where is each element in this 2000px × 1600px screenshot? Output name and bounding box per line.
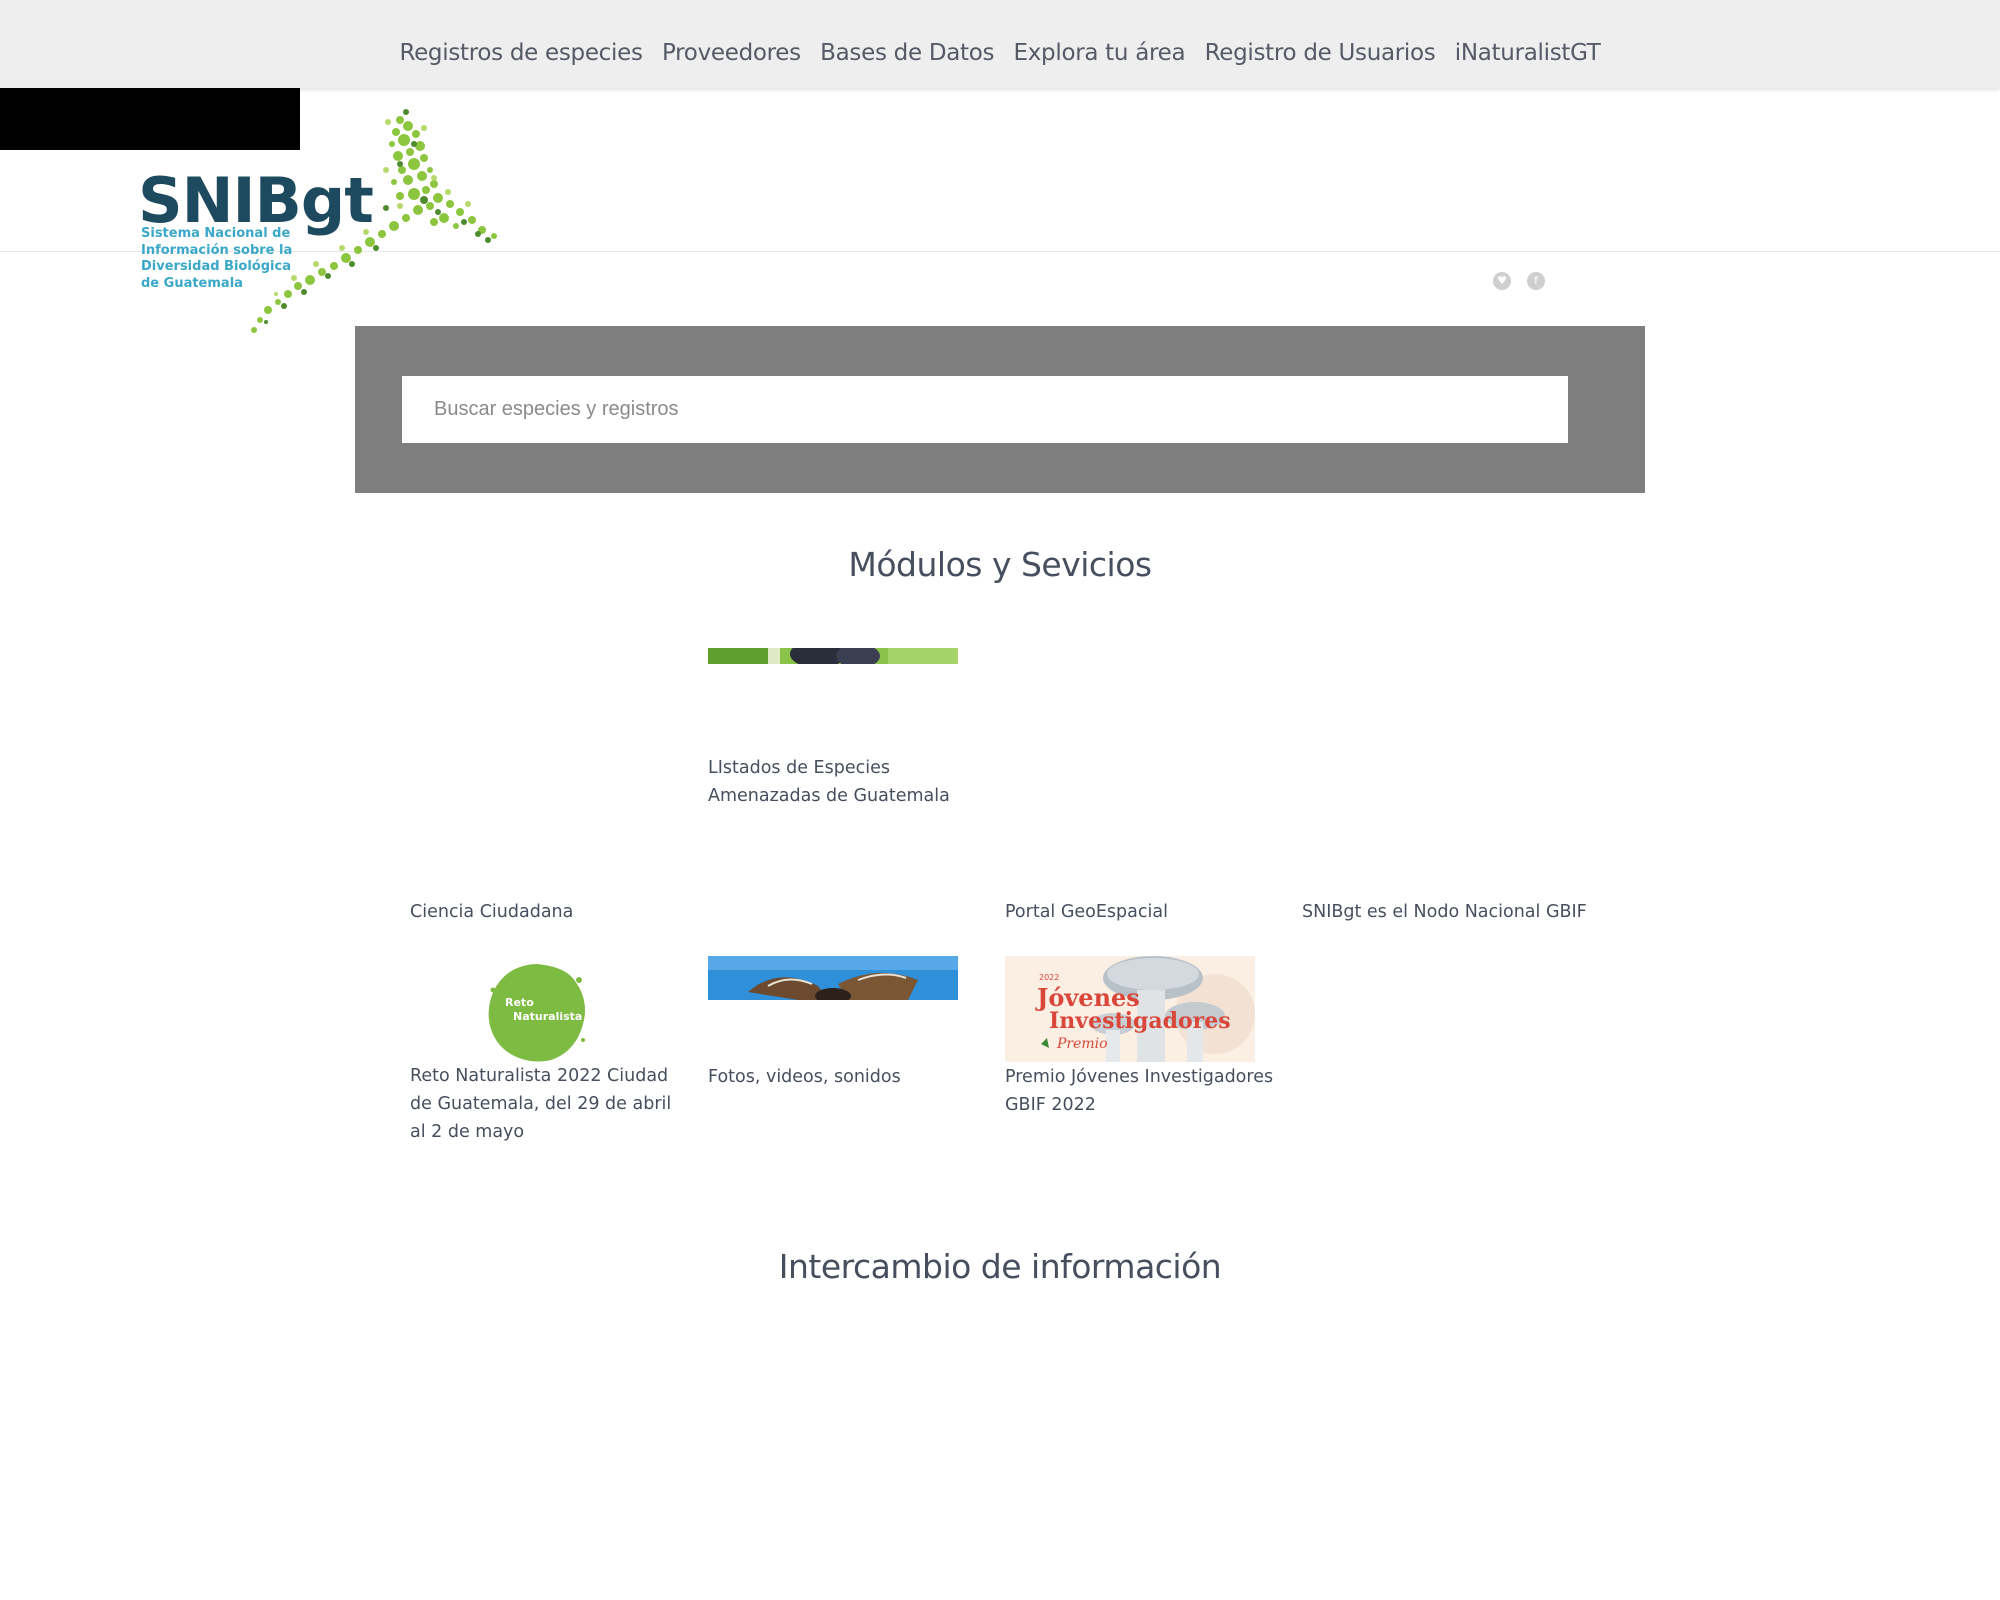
search-panel [355,326,1645,493]
tile-geo-portal-label[interactable]: Portal GeoEspacial [1005,898,1285,926]
nav-item-registros[interactable]: Registros de especies [399,40,643,66]
tile-threatened-label[interactable]: LIstados de Especies Amenazadas de Guate… [708,754,988,810]
nav-item-bases-de-datos[interactable]: Bases de Datos [820,40,994,66]
tile-gbif-node-label[interactable]: SNIBgt es el Nodo Nacional GBIF [1302,898,1602,926]
premio-year: 2022 [1039,973,1059,982]
media-bird-image[interactable] [708,956,958,1000]
tile-reto-label[interactable]: Reto Naturalista 2022 Ciudad de Guatemal… [410,1062,690,1146]
facebook-icon[interactable]: f [1527,272,1545,290]
logo-subtitle: Sistema Nacional de Información sobre la… [141,226,293,291]
main-nav: Registros de especies Proveedores Bases … [0,40,2000,66]
tile-premio-label[interactable]: Premio Jóvenes Investigadores GBIF 2022 [1005,1063,1295,1119]
snibgt-logo[interactable]: SNIBgt Sistema Nacional de Información s… [138,108,504,340]
nav-item-explora[interactable]: Explora tu área [1014,40,1186,66]
nav-item-registro-usuarios[interactable]: Registro de Usuarios [1205,40,1436,66]
nav-item-proveedores[interactable]: Proveedores [662,40,801,66]
tile-media-label[interactable]: Fotos, videos, sonidos [708,1063,988,1091]
reto-badge-line2: Naturalista [513,1010,582,1023]
threatened-species-image[interactable] [708,648,958,664]
twitter-icon[interactable]: ♥ [1493,272,1511,290]
section-title-modulos: Módulos y Sevicios [848,545,1152,584]
search-input[interactable] [402,376,1568,443]
premio-jovenes-banner[interactable]: 2022 Jóvenes Investigadores Premio [1005,956,1255,1062]
reto-badge-line1: Reto [505,996,534,1009]
top-nav-bar: Registros de especies Proveedores Bases … [0,0,2000,88]
premio-line3: Premio [1056,1036,1108,1052]
tile-citizen-science-label[interactable]: Ciencia Ciudadana [410,898,690,926]
premio-line2: Investigadores [1049,1008,1231,1034]
reto-naturalista-badge[interactable]: Reto Naturalista [485,960,589,1064]
nav-item-inaturalist[interactable]: iNaturalistGT [1455,40,1601,66]
section-title-intercambio: Intercambio de información [778,1247,1222,1286]
